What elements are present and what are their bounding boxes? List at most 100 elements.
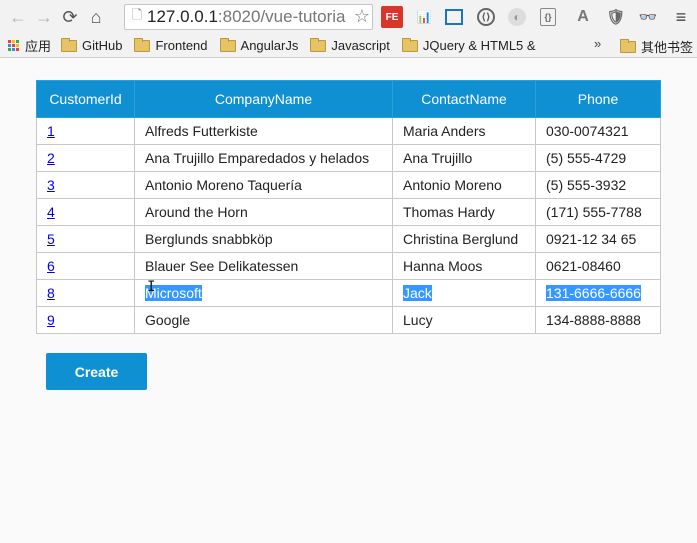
code-extension-icon[interactable]: ⟨⟩ <box>477 8 495 26</box>
url-host: 127.0.0.1 <box>147 7 218 26</box>
cell-customerid: 6 <box>36 252 135 280</box>
cell-phone: (171) 555-7788 <box>535 198 661 226</box>
forward-button[interactable]: → <box>31 4 57 30</box>
cell-companyname: Blauer See Delikatessen <box>134 252 393 280</box>
table-row: 9 Google Lucy 134-8888-8888 <box>36 306 661 334</box>
table-row: 2 Ana Trujillo Emparedados y helados Ana T… <box>36 144 661 172</box>
cell-phone-text: 030-0074321 <box>546 123 629 139</box>
color-extension-icon[interactable]: ◐ <box>508 8 526 26</box>
bookmark-folder-angularjs[interactable]: AngularJs <box>219 37 299 53</box>
back-button[interactable]: ← <box>5 4 31 30</box>
column-header-contactname: ContactName <box>392 80 536 118</box>
customer-id-link[interactable]: 2 <box>47 150 55 166</box>
cell-phone-text: 134-8888-8888 <box>546 312 641 328</box>
cell-contactname-text: Jack <box>403 285 432 301</box>
home-icon: ⌂ <box>90 6 102 27</box>
cell-contactname-text: Maria Anders <box>403 123 486 139</box>
browser-toolbar: ← → ⟳ ⌂ 🗋 127.0.0.1:8020/vue-tutoria ☆ F… <box>0 0 697 34</box>
cell-companyname-text: Antonio Moreno Taquería <box>145 177 302 193</box>
cell-companyname: Alfreds Futterkiste <box>134 117 393 145</box>
cell-companyname-text: Berglunds snabbköp <box>145 231 273 247</box>
cell-customerid: 1 <box>36 117 135 145</box>
bookmark-folder-javascript[interactable]: Javascript <box>310 37 390 53</box>
cell-companyname: Antonio Moreno Taquería <box>134 171 393 199</box>
customer-id-link[interactable]: 6 <box>47 258 55 274</box>
cell-phone: 0921-12 34 65 <box>535 225 661 253</box>
forward-arrow-icon: → <box>35 6 53 27</box>
bookmark-folder-github[interactable]: GitHub <box>61 37 123 53</box>
cell-contactname-text: Lucy <box>403 312 433 328</box>
folder-icon <box>219 37 236 52</box>
cell-phone-text: (171) 555-7788 <box>546 204 642 220</box>
cell-companyname: Google <box>134 306 393 334</box>
column-header-phone: Phone <box>535 80 661 118</box>
cell-customerid: 8 <box>36 279 135 307</box>
folder-icon <box>134 37 151 52</box>
cell-contactname: Lucy <box>392 306 536 334</box>
cell-contactname: Hanna Moos <box>392 252 536 280</box>
bookmarks-bar: 应用 GitHub Frontend AngularJs Javascript … <box>0 34 697 58</box>
cell-phone: (5) 555-3932 <box>535 171 661 199</box>
bookmark-apps[interactable]: 应用 <box>8 36 51 55</box>
cell-companyname-text: Blauer See Delikatessen <box>145 258 299 274</box>
cell-phone: (5) 555-4729 <box>535 144 661 172</box>
cell-phone: 030-0074321 <box>535 117 661 145</box>
bookmark-label: 其他书签 <box>641 40 694 55</box>
cell-companyname: Berglunds snabbköp <box>134 225 393 253</box>
browser-menu-icon[interactable]: ≡ <box>670 5 692 29</box>
url-text[interactable]: 127.0.0.1:8020/vue-tutoria <box>147 7 346 27</box>
fe-extension-icon[interactable]: FE <box>381 6 403 28</box>
customer-id-link[interactable]: 3 <box>47 177 55 193</box>
bookmark-folder-jquery[interactable]: JQuery & HTML5 & <box>401 37 536 53</box>
screen-capture-extension-icon[interactable] <box>445 9 463 25</box>
column-header-customerid: CustomerId <box>36 80 135 118</box>
cell-companyname-text: Alfreds Futterkiste <box>145 123 258 139</box>
reload-button[interactable]: ⟳ <box>57 4 83 30</box>
bookmark-folder-other[interactable]: 其他书签 <box>620 37 693 56</box>
table-row: 4 Around the Horn Thomas Hardy (171) 555-77… <box>36 198 661 226</box>
bookmark-label: JQuery & HTML5 & <box>422 38 536 53</box>
customer-id-link[interactable]: 1 <box>47 123 55 139</box>
address-bar[interactable]: 🗋 127.0.0.1:8020/vue-tutoria ☆ <box>124 4 373 30</box>
chart-extension-icon[interactable]: 📊 <box>413 6 435 28</box>
angular-extension-icon[interactable]: A <box>572 6 594 28</box>
cell-customerid: 2 <box>36 144 135 172</box>
create-button[interactable]: Create <box>46 353 147 390</box>
customer-id-link[interactable]: 4 <box>47 204 55 220</box>
incognito-extension-icon[interactable]: 👓 <box>637 6 659 28</box>
bookmark-label: Javascript <box>331 38 390 53</box>
bookmark-star-icon[interactable]: ☆ <box>351 6 370 27</box>
cell-contactname-text: Hanna Moos <box>403 258 483 274</box>
column-header-companyname: CompanyName <box>134 80 393 118</box>
page-icon: 🗋 <box>131 7 143 22</box>
table-row: 5 Berglunds snabbköp Christina Berglund 092… <box>36 225 661 253</box>
table-row: 3 Antonio Moreno Taquería Antonio Moreno (5… <box>36 171 661 199</box>
bookmark-label: Frontend <box>155 38 208 53</box>
cell-phone-text: 0921-12 34 65 <box>546 231 637 247</box>
bookmark-apps-label: 应用 <box>25 39 52 54</box>
cell-phone-text: (5) 555-4729 <box>546 150 627 166</box>
home-button[interactable]: ⌂ <box>83 4 109 30</box>
cell-phone-text: (5) 555-3932 <box>546 177 627 193</box>
bookmark-label: AngularJs <box>240 38 299 53</box>
folder-icon <box>401 37 418 52</box>
cell-phone-text: 0621-08460 <box>546 258 621 274</box>
cell-customerid: 5 <box>36 225 135 253</box>
bookmarks-overflow-chevron-icon[interactable]: » <box>594 36 601 51</box>
cell-contactname: Thomas Hardy <box>392 198 536 226</box>
table-row: 1 Alfreds Futterkiste Maria Anders 030-0074… <box>36 117 661 145</box>
cell-phone: 131-6666-6666 <box>535 279 661 307</box>
cell-companyname-text: Around the Horn <box>145 204 248 220</box>
bookmark-label: GitHub <box>82 38 123 53</box>
cell-companyname: Around the Horn <box>134 198 393 226</box>
cell-phone: 0621-08460 <box>535 252 661 280</box>
cell-contactname-text: Thomas Hardy <box>403 204 495 220</box>
customer-id-link[interactable]: 9 <box>47 312 55 328</box>
table-row: 6 Blauer See Delikatessen Hanna Moos 0621-0… <box>36 252 661 280</box>
json-extension-icon[interactable]: {} <box>540 8 556 26</box>
customer-id-link[interactable]: 8 <box>47 285 55 301</box>
shield-extension-icon[interactable]: 🛡 <box>605 6 627 28</box>
bookmark-folder-frontend[interactable]: Frontend <box>134 37 208 53</box>
back-arrow-icon: ← <box>9 6 27 27</box>
customer-id-link[interactable]: 5 <box>47 231 55 247</box>
